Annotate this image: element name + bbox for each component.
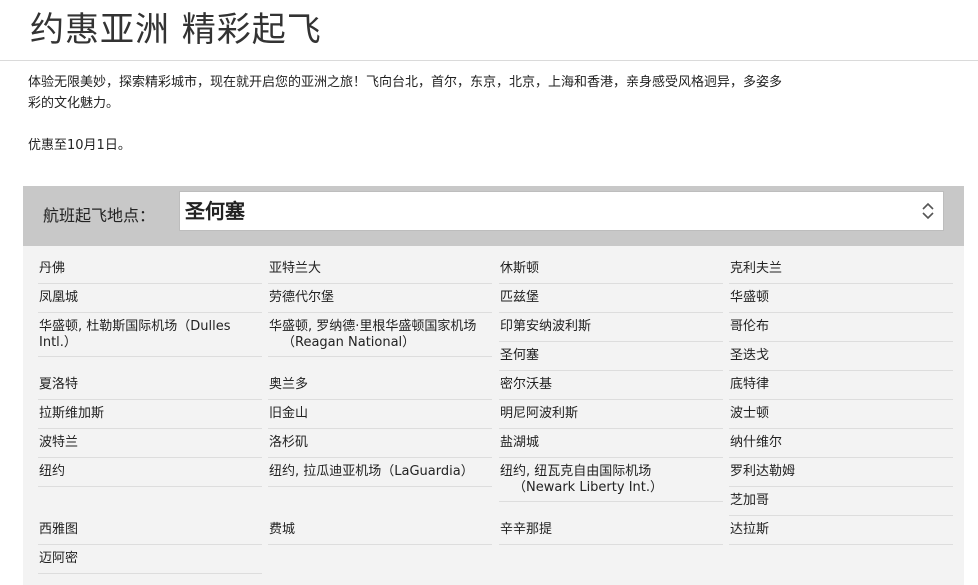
city-name: 洛杉矶 — [269, 435, 309, 450]
city-link[interactable]: 休斯顿 — [499, 258, 723, 284]
city-name: 凤凰城 — [39, 290, 79, 305]
city-name: 克利夫兰 — [730, 261, 783, 276]
city-link[interactable]: 明尼阿波利斯 — [499, 403, 723, 429]
origin-select-value: 圣何塞 — [185, 199, 245, 223]
city-name: 波特兰 — [39, 435, 79, 450]
city-name: 印第安纳波利斯 — [500, 319, 592, 334]
city-name: 密尔沃基 — [500, 377, 553, 392]
city-name: 达拉斯 — [730, 522, 770, 537]
city-name-continued: Intl.） — [39, 335, 77, 350]
city-link[interactable]: 华盛顿, 罗纳德·里根华盛顿国家机场 （Reagan National） — [268, 316, 492, 357]
city-link[interactable]: 密尔沃基 — [499, 374, 723, 400]
city-name: 圣迭戈 — [730, 348, 770, 363]
city-name: 夏洛特 — [39, 377, 79, 392]
city-link[interactable]: 亚特兰大 — [268, 258, 492, 284]
city-link[interactable]: 克利夫兰 — [729, 258, 953, 284]
city-link[interactable]: 西雅图 — [38, 519, 262, 545]
city-name: 华盛顿, 罗纳德·里根华盛顿国家机场 — [269, 319, 477, 334]
city-link[interactable]: 达拉斯 — [729, 519, 953, 545]
city-link[interactable]: 印第安纳波利斯 — [499, 316, 723, 342]
offer-deadline: 优惠至10月1日。 — [28, 138, 131, 153]
city-link[interactable]: 罗利达勒姆 — [729, 461, 953, 487]
city-link[interactable]: 奥兰多 — [268, 374, 492, 400]
origin-selector-bar: 航班起飞地点： 圣何塞 — [23, 186, 964, 246]
city-name: 圣何塞 — [500, 348, 540, 363]
city-link[interactable]: 华盛顿 — [729, 287, 953, 313]
city-name: 劳德代尔堡 — [269, 290, 335, 305]
city-name: 芝加哥 — [730, 493, 770, 508]
city-name: 西雅图 — [39, 522, 79, 537]
city-link[interactable]: 波特兰 — [38, 432, 262, 458]
city-name: 波士顿 — [730, 406, 770, 421]
chevron-up-down-icon — [922, 202, 934, 220]
city-link[interactable]: 纽约, 纽瓦克自由国际机场 （Newark Liberty Int.） — [499, 461, 723, 502]
city-link[interactable]: 圣何塞 — [499, 345, 723, 371]
header-divider — [0, 60, 978, 61]
city-link[interactable]: 底特律 — [729, 374, 953, 400]
city-name-continued: （Newark Liberty Int.） — [513, 480, 664, 495]
city-name: 哥伦布 — [730, 319, 770, 334]
city-name: 费城 — [269, 522, 296, 537]
city-link[interactable]: 劳德代尔堡 — [268, 287, 492, 313]
city-name: 纽约 — [39, 464, 66, 479]
city-name: 明尼阿波利斯 — [500, 406, 579, 421]
city-link[interactable]: 波士顿 — [729, 403, 953, 429]
city-link[interactable]: 华盛顿, 杜勒斯国际机场（Dulles Intl.） — [38, 316, 262, 357]
city-name: 奥兰多 — [269, 377, 309, 392]
city-link[interactable]: 纳什维尔 — [729, 432, 953, 458]
city-name: 亚特兰大 — [269, 261, 322, 276]
city-link[interactable]: 盐湖城 — [499, 432, 723, 458]
city-name: 罗利达勒姆 — [730, 464, 796, 479]
origin-select[interactable]: 圣何塞 — [179, 191, 944, 231]
city-name: 辛辛那提 — [500, 522, 553, 537]
city-link[interactable]: 夏洛特 — [38, 374, 262, 400]
promo-description: 体验无限美妙，探索精彩城市，现在就开启您的亚洲之旅！飞向台北，首尔，东京，北京，… — [28, 75, 783, 111]
city-name: 迈阿密 — [39, 551, 79, 566]
city-link[interactable]: 洛杉矶 — [268, 432, 492, 458]
city-name: 纽约, 拉瓜迪亚机场（LaGuardia） — [269, 464, 474, 479]
city-link[interactable]: 哥伦布 — [729, 316, 953, 342]
city-name: 丹佛 — [39, 261, 66, 276]
city-link[interactable]: 凤凰城 — [38, 287, 262, 313]
city-link[interactable]: 辛辛那提 — [499, 519, 723, 545]
city-link[interactable]: 费城 — [268, 519, 492, 545]
city-name-continued: （Reagan National） — [282, 335, 416, 350]
city-link[interactable]: 拉斯维加斯 — [38, 403, 262, 429]
city-name: 纽约, 纽瓦克自由国际机场 — [500, 464, 652, 479]
city-name: 休斯顿 — [500, 261, 540, 276]
city-name: 纳什维尔 — [730, 435, 783, 450]
city-link[interactable]: 匹兹堡 — [499, 287, 723, 313]
city-link[interactable]: 迈阿密 — [38, 548, 262, 574]
city-name: 华盛顿, 杜勒斯国际机场（Dulles — [39, 319, 231, 334]
city-name: 旧金山 — [269, 406, 309, 421]
city-link[interactable]: 纽约 — [38, 461, 262, 487]
origin-label: 航班起飞地点： — [43, 206, 156, 225]
city-link[interactable]: 旧金山 — [268, 403, 492, 429]
city-name: 底特律 — [730, 377, 770, 392]
city-name: 华盛顿 — [730, 290, 770, 305]
page-title: 约惠亚洲 精彩起飞 — [30, 10, 322, 50]
city-name: 盐湖城 — [500, 435, 540, 450]
city-name: 拉斯维加斯 — [39, 406, 105, 421]
city-link[interactable]: 圣迭戈 — [729, 345, 953, 371]
city-link[interactable]: 丹佛 — [38, 258, 262, 284]
city-link[interactable]: 芝加哥 — [729, 490, 953, 516]
city-link[interactable]: 纽约, 拉瓜迪亚机场（LaGuardia） — [268, 461, 492, 487]
city-name: 匹兹堡 — [500, 290, 540, 305]
